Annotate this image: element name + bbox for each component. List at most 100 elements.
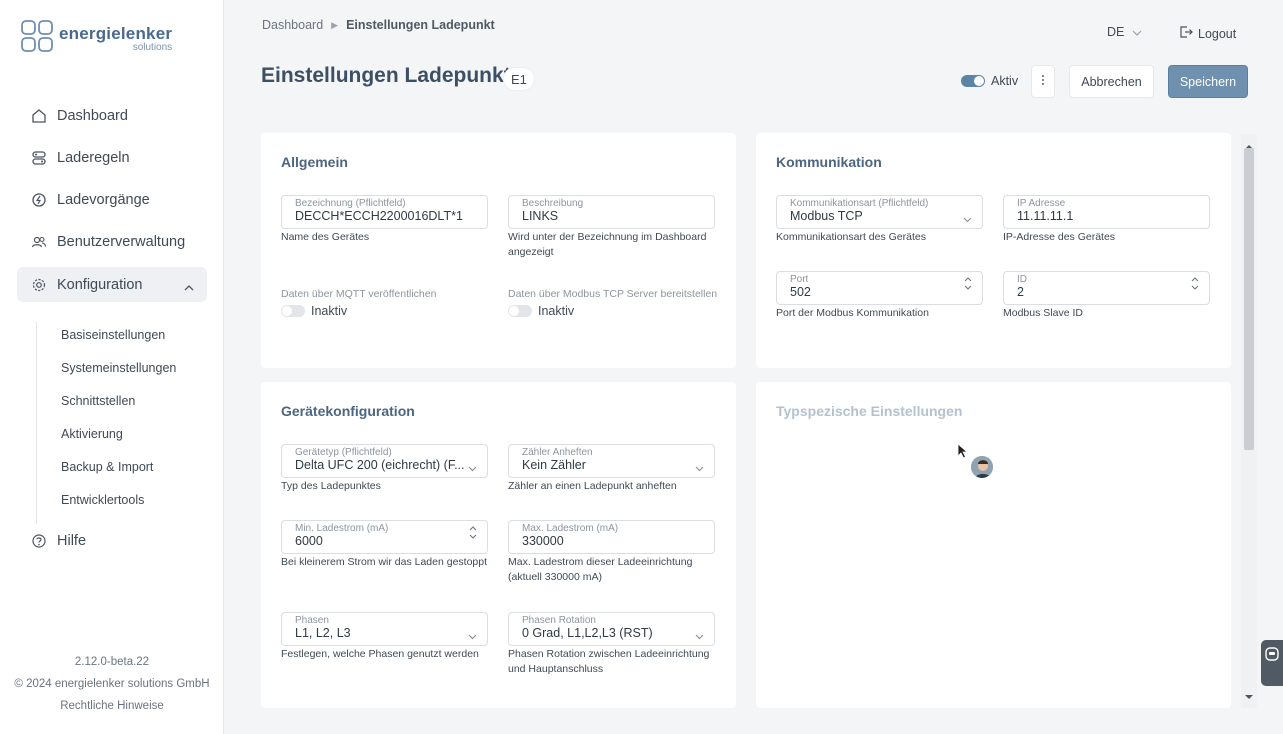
field-hint: Typ des Ladepunktes bbox=[281, 480, 381, 492]
description-field[interactable]: Beschreibung LINKS bbox=[508, 195, 715, 229]
subnav-basiseinstellungen[interactable]: Basiseinstellungen bbox=[61, 328, 165, 342]
subnav-entwicklertools[interactable]: Entwicklertools bbox=[61, 493, 144, 507]
logout-button[interactable]: Logout bbox=[1179, 25, 1236, 42]
phases-select[interactable]: Phasen L1, L2, L3 bbox=[281, 612, 488, 646]
min-current-stepper[interactable]: Min. Ladestrom (mA) 6000 bbox=[281, 520, 488, 554]
field-value: DECCH*ECCH2200016DLT*1 bbox=[295, 209, 463, 223]
nav-dashboard[interactable]: Dashboard bbox=[17, 98, 207, 133]
logout-icon bbox=[1179, 25, 1193, 42]
toggle-state: Inaktiv bbox=[311, 304, 348, 318]
nav-ladevorgaenge[interactable]: Ladevorgänge bbox=[17, 182, 207, 217]
cancel-button[interactable]: Abbrechen bbox=[1069, 65, 1154, 98]
chevron-down-icon bbox=[695, 627, 704, 645]
field-hint: IP-Adresse des Gerätes bbox=[1003, 231, 1116, 243]
field-value: Kein Zähler bbox=[522, 458, 586, 472]
chevron-down-icon bbox=[468, 459, 477, 477]
nav-label: Konfiguration bbox=[57, 276, 143, 293]
field-label: Kommunikationsart (Pflichtfeld) bbox=[790, 198, 929, 209]
field-hint: Modbus Slave ID bbox=[1003, 307, 1083, 319]
toggle-switch[interactable] bbox=[281, 305, 305, 317]
breadcrumb-separator-icon: ▶ bbox=[331, 19, 339, 30]
field-value: 6000 bbox=[295, 534, 323, 548]
breadcrumb: Dashboard ▶ Einstellungen Ladepunkt bbox=[262, 18, 495, 32]
device-type-select[interactable]: Gerätetyp (Pflichtfeld) Delta UFC 200 (e… bbox=[281, 444, 488, 478]
field-hint: Festlegen, welche Phasen genutzt werden bbox=[281, 648, 479, 660]
field-value: 11.11.11.1 bbox=[1017, 209, 1074, 223]
port-stepper[interactable]: Port 502 bbox=[776, 271, 983, 305]
brand-logo[interactable]: energielenker solutions bbox=[21, 20, 172, 53]
sidebar: energielenker solutions Dashboard Ladere… bbox=[0, 0, 224, 734]
chevron-down-icon bbox=[1132, 25, 1142, 39]
subnav-aktivierung[interactable]: Aktivierung bbox=[61, 427, 123, 441]
toggle-switch[interactable] bbox=[508, 305, 532, 317]
rules-icon bbox=[30, 149, 48, 167]
nav-laderegeln[interactable]: Laderegeln bbox=[17, 140, 207, 175]
scrollbar[interactable] bbox=[1241, 134, 1257, 708]
kebab-icon bbox=[1041, 73, 1045, 91]
field-value: L1, L2, L3 bbox=[295, 626, 351, 640]
users-icon bbox=[30, 233, 48, 251]
chevron-down-icon bbox=[695, 459, 704, 477]
subnav-systemeinstellungen[interactable]: Systemeinstellungen bbox=[61, 361, 176, 375]
field-label: IP Adresse bbox=[1017, 198, 1066, 209]
brand-name: energielenker bbox=[59, 24, 173, 43]
field-hint: Zähler an einen Ladepunkt anheften bbox=[508, 480, 677, 492]
field-hint: Wird unter der Bezeichnung im Dashboard … bbox=[508, 231, 707, 258]
field-value: 502 bbox=[790, 285, 811, 299]
communication-type-select[interactable]: Kommunikationsart (Pflichtfeld) Modbus T… bbox=[776, 195, 983, 229]
active-label: Aktiv bbox=[991, 74, 1019, 88]
side-widget-tab[interactable] bbox=[1261, 640, 1283, 686]
modbus-server-toggle[interactable]: Inaktiv bbox=[508, 304, 574, 318]
chevron-up-icon bbox=[184, 279, 194, 295]
card-typspezifisch: Typspezische Einstellungen bbox=[756, 382, 1231, 708]
field-label: Max. Ladestrom (mA) bbox=[522, 523, 619, 534]
field-value: Delta UFC 200 (eichrecht) (F... bbox=[295, 458, 465, 472]
field-hint: Phasen Rotation zwischen Ladeeinrichtung… bbox=[508, 648, 710, 675]
nav-benutzerverwaltung[interactable]: Benutzerverwaltung bbox=[17, 224, 207, 259]
gear-icon bbox=[30, 276, 48, 294]
logo-icon bbox=[21, 20, 53, 52]
max-current-field[interactable]: Max. Ladestrom (mA) 330000 bbox=[508, 520, 715, 554]
nav-label: Laderegeln bbox=[57, 149, 130, 166]
ip-address-field[interactable]: IP Adresse 11.11.11.1 bbox=[1003, 195, 1210, 229]
save-button[interactable]: Speichern bbox=[1168, 65, 1248, 98]
subnav-backup-import[interactable]: Backup & Import bbox=[61, 460, 153, 474]
card-allgemein: Allgemein Bezeichnung (Pflichtfeld) DECC… bbox=[261, 133, 736, 368]
slave-id-stepper[interactable]: ID 2 bbox=[1003, 271, 1210, 305]
stepper-arrows-icon[interactable] bbox=[469, 526, 477, 539]
mqtt-toggle[interactable]: Inaktiv bbox=[281, 304, 347, 318]
field-label: Port bbox=[790, 274, 809, 285]
copyright: © 2024 energielenker solutions GmbH bbox=[14, 678, 210, 690]
field-hint: Max. Ladestrom dieser Ladeeinrichtung (a… bbox=[508, 556, 693, 583]
active-toggle[interactable]: Aktiv bbox=[961, 74, 1018, 88]
field-label: ID bbox=[1017, 274, 1027, 285]
meter-select[interactable]: Zähler Anheften Kein Zähler bbox=[508, 444, 715, 478]
widget-icon bbox=[1265, 647, 1279, 666]
legal-link[interactable]: Rechtliche Hinweise bbox=[0, 700, 224, 712]
more-options-button[interactable] bbox=[1031, 65, 1055, 98]
toggle-switch[interactable] bbox=[961, 75, 985, 87]
phase-rotation-select[interactable]: Phasen Rotation 0 Grad, L1,L2,L3 (RST) bbox=[508, 612, 715, 646]
language-select[interactable]: DE bbox=[1107, 25, 1142, 39]
breadcrumb-dashboard[interactable]: Dashboard bbox=[262, 18, 323, 32]
avatar bbox=[970, 455, 994, 479]
card-title: Allgemein bbox=[281, 154, 348, 170]
field-value: 2 bbox=[1017, 285, 1024, 299]
nav-konfiguration[interactable]: Konfiguration bbox=[17, 267, 207, 302]
card-title: Typspezische Einstellungen bbox=[776, 403, 963, 419]
nav-hilfe[interactable]: Hilfe bbox=[17, 523, 207, 558]
stepper-arrows-icon[interactable] bbox=[1191, 277, 1199, 290]
breadcrumb-current: Einstellungen Ladepunkt bbox=[346, 18, 495, 32]
field-label: Gerätetyp (Pflichtfeld) bbox=[295, 447, 392, 458]
scroll-down-icon[interactable] bbox=[1244, 687, 1254, 705]
field-value: LINKS bbox=[522, 209, 559, 223]
scroll-thumb[interactable] bbox=[1244, 148, 1254, 450]
nav-label: Benutzerverwaltung bbox=[57, 233, 186, 250]
subnav-schnittstellen[interactable]: Schnittstellen bbox=[61, 394, 135, 408]
stepper-arrows-icon[interactable] bbox=[964, 277, 972, 290]
app-version: 2.12.0-beta.22 bbox=[74, 656, 150, 668]
name-field[interactable]: Bezeichnung (Pflichtfeld) DECCH*ECCH2200… bbox=[281, 195, 488, 229]
field-hint: Name des Gerätes bbox=[281, 231, 370, 243]
toggle-state: Inaktiv bbox=[538, 304, 575, 318]
home-icon bbox=[30, 107, 48, 125]
